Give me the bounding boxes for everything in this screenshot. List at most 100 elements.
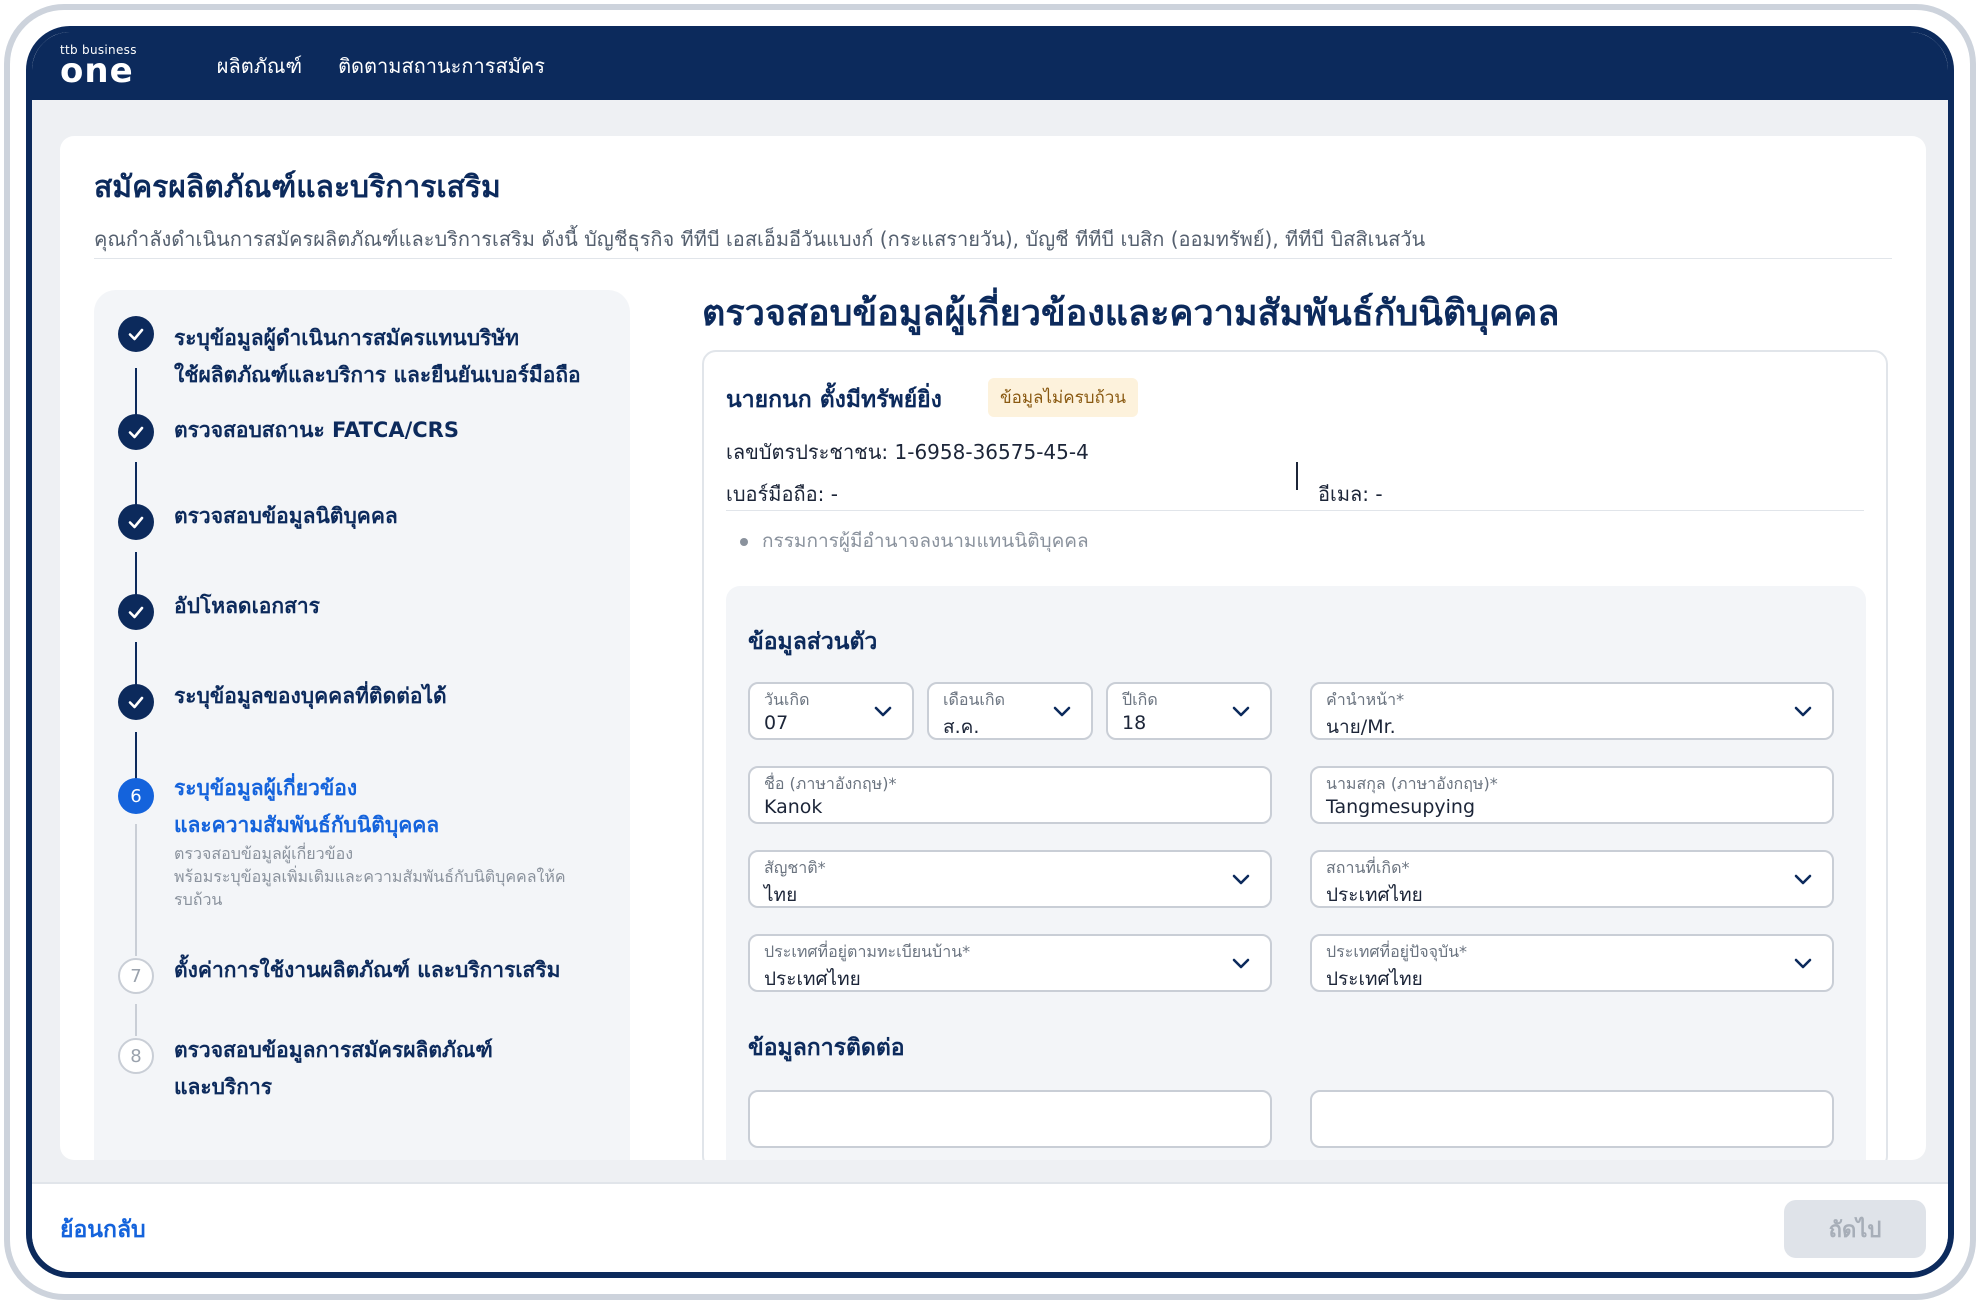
birth-month-select[interactable]: เดือนเกิด ส.ค. [927,682,1093,740]
device-bezel: ttb business one ผลิตภัณฑ์ ติดตามสถานะกา… [10,10,1970,1294]
field-value: ประเทศไทย [764,968,861,990]
field-label: คำนำหน้า* [1326,690,1405,709]
step-connector [135,642,137,690]
page-title: สมัครผลิตภัณฑ์และบริการเสริม [94,170,501,205]
check-icon [118,316,154,352]
field-value: Kanok [764,796,823,818]
field-label: สัญชาติ* [764,858,826,877]
nav-track-application[interactable]: ติดตามสถานะการสมัคร [338,50,545,82]
step-2-label: ตรวจสอบสถานะ FATCA/CRS [174,418,459,442]
step-4-label: อัปโหลดเอกสาร [174,594,320,618]
step-6-label: ระบุข้อมูลผู้เกี่ยวข้อง และความสัมพันธ์ก… [174,770,439,844]
header-divider [94,258,1892,259]
step-1-label: ระบุข้อมูลผู้ดำเนินการสมัครแทนบริษัท ใช้… [174,320,581,394]
title-select[interactable]: คำนำหน้า* นาย/Mr. [1310,682,1834,740]
field-value: ส.ค. [943,716,980,738]
progress-stepper: ระบุข้อมูลผู้ดำเนินการสมัครแทนบริษัท ใช้… [94,290,630,1160]
next-button-disabled[interactable]: ถัดไป [1784,1200,1926,1258]
person-name: นายกนก ตั้งมีทรัพย์ยิ่ง [726,387,942,413]
check-icon [118,684,154,720]
chevron-down-icon [1232,874,1250,885]
field-label: ปีเกิด [1122,690,1158,709]
check-icon [118,504,154,540]
card-divider [726,510,1864,511]
first-name-en-input[interactable]: ชื่อ (ภาษาอังกฤษ)* Kanok [748,766,1272,824]
field-label: ชื่อ (ภาษาอังกฤษ)* [764,774,897,793]
back-button[interactable]: ย้อนกลับ [60,1212,146,1248]
chevron-down-icon [1794,958,1812,969]
page-subtitle: คุณกำลังดำเนินการสมัครผลิตภัณฑ์และบริการ… [94,227,1426,251]
step-6-desc-line-1: ตรวจสอบข้อมูลผู้เกี่ยวข้อง [174,844,354,863]
step-7-number: 7 [118,958,154,994]
field-value: Tangmesupying [1326,796,1476,818]
contact-info-title: ข้อมูลการติดต่อ [748,1035,905,1061]
device-frame: ttb business one ผลิตภัณฑ์ ติดตามสถานะกา… [4,4,1976,1300]
step-6-number: 6 [118,778,154,814]
field-value: นาย/Mr. [1326,716,1396,738]
step-5-label: ระบุข้อมูลของบุคคลที่ติดต่อได้ [174,684,447,708]
current-country-select[interactable]: ประเทศที่อยู่ปัจจุบัน* ประเทศไทย [1310,934,1834,992]
email: อีเมล: - [1318,482,1383,506]
field-label: เดือนเกิด [943,690,1005,709]
birth-place-select[interactable]: สถานที่เกิด* ประเทศไทย [1310,850,1834,908]
logo-big-text: one [60,51,134,91]
contact-field-right[interactable] [1310,1090,1834,1148]
step-connector [135,462,137,510]
step-8-line-1: ตรวจสอบข้อมูลการสมัครผลิตภัณฑ์ [174,1038,493,1062]
step-connector [135,732,137,780]
field-value: ประเทศไทย [1326,968,1423,990]
top-nav-bar: ttb business one ผลิตภัณฑ์ ติดตามสถานะกา… [32,32,1948,100]
step-6-desc-line-2: พร้อมระบุข้อมูลเพิ่มเติมและความสัมพันธ์ก… [174,867,566,887]
check-icon [118,594,154,630]
step-connector [135,552,137,600]
step-7-label: ตั้งค่าการใช้งานผลิตภัณฑ์ และบริการเสริม [174,958,561,982]
last-name-en-input[interactable]: นามสกุล (ภาษาอังกฤษ)* Tangmesupying [1310,766,1834,824]
step-connector [135,368,137,418]
role-item: กรรมการผู้มีอำนาจลงนามแทนนิติบุคคล [740,526,1089,556]
step-1-line-2: ใช้ผลิตภัณฑ์และบริการ และยืนยันเบอร์มือถ… [174,362,581,387]
ttb-business-one-logo[interactable]: ttb business one [60,44,137,88]
birth-day-select[interactable]: วันเกิด 07 [748,682,914,740]
registered-country-select[interactable]: ประเทศที่อยู่ตามทะเบียนบ้าน* ประเทศไทย [748,934,1272,992]
chevron-down-icon [1794,874,1812,885]
nationality-select[interactable]: สัญชาติ* ไทย [748,850,1272,908]
related-person-card: นายกนก ตั้งมีทรัพย์ยิ่ง ข้อมูลไม่ครบถ้วน… [702,350,1888,1160]
field-label: ประเทศที่อยู่ปัจจุบัน* [1326,942,1468,961]
step-6-line-1: ระบุข้อมูลผู้เกี่ยวข้อง [174,776,358,800]
field-value: 18 [1122,712,1147,734]
field-label: ประเทศที่อยู่ตามทะเบียนบ้าน* [764,942,971,961]
chevron-down-icon [874,706,892,717]
personal-info-title: ข้อมูลส่วนตัว [748,629,878,655]
step-3-label: ตรวจสอบข้อมูลนิติบุคคล [174,504,398,528]
id-card-number: เลขบัตรประชาชน: 1-6958-36575-45-4 [726,440,1089,464]
birth-year-select[interactable]: ปีเกิด 18 [1106,682,1272,740]
step-connector [135,1004,137,1036]
bullet-icon [740,537,748,546]
nav-products[interactable]: ผลิตภัณฑ์ [217,50,302,82]
mobile-number: เบอร์มือถือ: - [726,482,838,506]
info-separator [1296,462,1298,490]
chevron-down-icon [1794,706,1812,717]
chevron-down-icon [1232,706,1250,717]
field-label: วันเกิด [764,690,810,709]
step-8-number: 8 [118,1038,154,1074]
incomplete-status-badge: ข้อมูลไม่ครบถ้วน [988,378,1138,417]
chevron-down-icon [1053,706,1071,717]
step-6-description: ตรวจสอบข้อมูลผู้เกี่ยวข้อง พร้อมระบุข้อม… [174,842,614,912]
footer-bar: ย้อนกลับ ถัดไป [32,1182,1948,1272]
step-1-line-1: ระบุข้อมูลผู้ดำเนินการสมัครแทนบริษัท [174,326,519,350]
section-heading: ตรวจสอบข้อมูลผู้เกี่ยวข้องและความสัมพันธ… [702,293,1560,334]
step-6-desc-line-3: รบถ้วน [174,890,223,910]
check-icon [118,414,154,450]
field-label: สถานที่เกิด* [1326,858,1410,877]
role-text: กรรมการผู้มีอำนาจลงนามแทนนิติบุคคล [762,530,1089,552]
contact-field-left[interactable] [748,1090,1272,1148]
step-6-line-2: และความสัมพันธ์กับนิติบุคคล [174,812,440,837]
field-value: ประเทศไทย [1326,884,1423,906]
personal-info-section: ข้อมูลส่วนตัว วันเกิด 07 เดือนเกิด ส.ค. … [726,586,1866,1160]
step-8-line-2: และบริการ [174,1074,273,1099]
page-header: สมัครผลิตภัณฑ์และบริการเสริม คุณกำลังดำเ… [94,164,1892,255]
field-label: นามสกุล (ภาษาอังกฤษ)* [1326,774,1498,793]
field-value: 07 [764,712,789,734]
step-connector [135,824,137,956]
